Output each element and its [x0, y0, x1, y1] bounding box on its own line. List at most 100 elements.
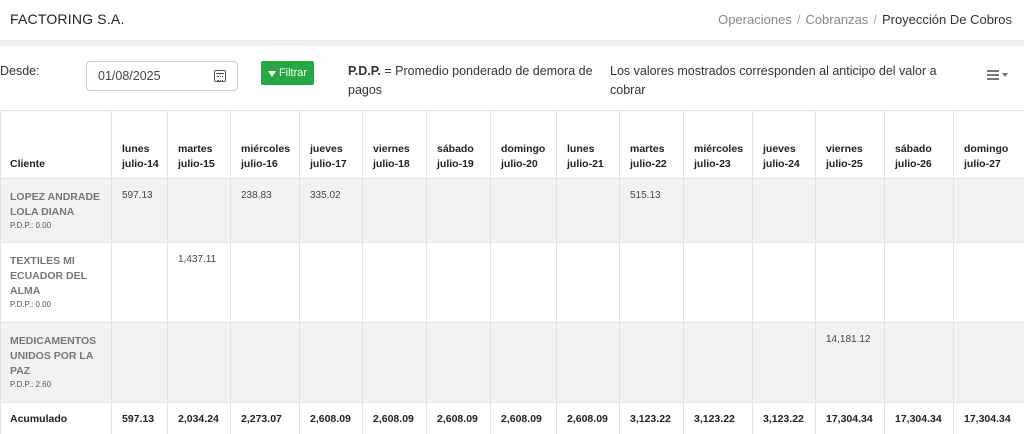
breadcrumb-separator: / — [796, 12, 801, 27]
column-header-day: martes julio-15 — [167, 110, 231, 179]
value-cell — [299, 322, 363, 403]
hamburger-icon — [987, 70, 999, 80]
pdp-description: = Promedio ponderado de demora de pagos — [348, 64, 593, 97]
breadcrumb-separator: / — [873, 12, 877, 27]
column-header-day: sábado julio-26 — [884, 110, 954, 179]
client-pdp: P.D.P.: 2.60 — [10, 380, 52, 389]
date-value: 01/08/2025 — [98, 69, 161, 83]
total-cell: 2,608.09 — [362, 402, 427, 434]
value-cell — [556, 242, 620, 323]
value-cell — [426, 242, 491, 323]
value-cell — [752, 322, 816, 403]
column-header-day: lunes julio-14 — [111, 110, 168, 179]
value-cell — [167, 178, 231, 243]
value-cell: 14,181.12 — [815, 322, 885, 403]
column-header-day: domingo julio-27 — [953, 110, 1024, 179]
column-header-day: domingo julio-20 — [490, 110, 557, 179]
total-cell: 2,608.09 — [490, 402, 557, 434]
total-label: Acumulado — [0, 402, 112, 434]
caret-down-icon — [1002, 73, 1008, 77]
filter-button-label: Filtrar — [278, 67, 308, 79]
value-cell — [230, 322, 300, 403]
client-name: TEXTILES MI ECUADOR DEL ALMA — [10, 255, 87, 297]
column-header-day: jueves julio-24 — [752, 110, 816, 179]
value-cell: 597.13 — [111, 178, 168, 243]
value-cell — [683, 322, 753, 403]
value-cell: 1,437.11 — [167, 242, 231, 323]
column-header-day: jueves julio-17 — [299, 110, 363, 179]
value-cell — [683, 242, 753, 323]
client-pdp: P.D.P.: 0.00 — [10, 300, 52, 309]
value-cell — [556, 178, 620, 243]
value-cell — [111, 322, 168, 403]
value-cell — [490, 242, 557, 323]
total-cell: 2,034.24 — [167, 402, 231, 434]
value-cell — [683, 178, 753, 243]
value-cell — [111, 242, 168, 323]
breadcrumb-cobranzas[interactable]: Cobranzas — [805, 12, 868, 27]
total-cell: 17,304.34 — [953, 402, 1024, 434]
value-cell — [953, 242, 1024, 323]
total-cell: 2,273.07 — [230, 402, 300, 434]
desde-label: Desde: — [0, 64, 40, 78]
client-name: MEDICAMENTOS UNIDOS POR LA PAZ — [10, 335, 97, 377]
value-cell — [490, 178, 557, 243]
table-row: MEDICAMENTOS UNIDOS POR LA PAZ P.D.P.: 2… — [0, 322, 1024, 403]
client-cell: TEXTILES MI ECUADOR DEL ALMA P.D.P.: 0.0… — [0, 242, 112, 323]
total-cell: 2,608.09 — [426, 402, 491, 434]
pdp-abbr: P.D.P. — [348, 64, 381, 78]
value-cell: 335.02 — [299, 178, 363, 243]
value-cell — [884, 322, 954, 403]
column-header-day: martes julio-22 — [619, 110, 684, 179]
value-cell — [167, 322, 231, 403]
total-cell: 3,123.22 — [683, 402, 753, 434]
value-cell — [619, 322, 684, 403]
top-bar: FACTORING S.A. Operaciones / Cobranzas /… — [0, 0, 1024, 40]
filter-icon — [267, 71, 276, 77]
total-cell: 3,123.22 — [752, 402, 816, 434]
table-row: TEXTILES MI ECUADOR DEL ALMA P.D.P.: 0.0… — [0, 242, 1024, 323]
value-cell — [953, 178, 1024, 243]
column-header-day: miércoles julio-16 — [230, 110, 300, 179]
value-cell — [884, 242, 954, 323]
total-cell: 17,304.34 — [884, 402, 954, 434]
totals-row: Acumulado 597.13 2,034.24 2,273.07 2,608… — [0, 402, 1024, 434]
value-cell — [426, 322, 491, 403]
column-header-day: viernes julio-25 — [815, 110, 885, 179]
column-header-day: miércoles julio-23 — [683, 110, 753, 179]
column-header-day: sábado julio-19 — [426, 110, 491, 179]
value-cell — [815, 178, 885, 243]
value-cell — [230, 242, 300, 323]
total-cell: 597.13 — [111, 402, 168, 434]
date-input[interactable]: 01/08/2025 — [86, 61, 238, 91]
client-cell: MEDICAMENTOS UNIDOS POR LA PAZ P.D.P.: 2… — [0, 322, 112, 403]
projection-table: Cliente lunes julio-14 martes julio-15 mié… — [0, 110, 1024, 434]
client-cell: LOPEZ ANDRADE LOLA DIANA P.D.P.: 0.00 — [0, 178, 112, 243]
value-cell — [362, 322, 427, 403]
value-cell — [556, 322, 620, 403]
value-cell — [752, 242, 816, 323]
calendar-icon[interactable] — [214, 70, 226, 82]
table-row: LOPEZ ANDRADE LOLA DIANA P.D.P.: 0.00 59… — [0, 178, 1024, 243]
pdp-legend: P.D.P. = Promedio ponderado de demora de… — [348, 62, 593, 100]
total-cell: 3,123.22 — [619, 402, 684, 434]
value-cell — [752, 178, 816, 243]
value-cell — [490, 322, 557, 403]
value-cell — [815, 242, 885, 323]
filter-button[interactable]: Filtrar — [261, 61, 314, 85]
total-cell: 17,304.34 — [815, 402, 885, 434]
value-cell — [299, 242, 363, 323]
value-cell — [884, 178, 954, 243]
header-row: Cliente lunes julio-14 martes julio-15 mié… — [0, 110, 1024, 179]
column-menu-button[interactable] — [987, 68, 1013, 82]
breadcrumb: Operaciones / Cobranzas / Proyección De … — [718, 12, 1012, 27]
value-cell — [362, 242, 427, 323]
breadcrumb-operaciones[interactable]: Operaciones — [718, 12, 792, 27]
total-cell: 2,608.09 — [299, 402, 363, 434]
column-header-day: viernes julio-18 — [362, 110, 427, 179]
breadcrumb-current: Proyección De Cobros — [881, 12, 1012, 27]
value-cell: 515.13 — [619, 178, 684, 243]
filter-bar: Desde: 01/08/2025 Filtrar P.D.P. = Prome… — [0, 46, 1024, 110]
client-name: LOPEZ ANDRADE LOLA DIANA — [10, 191, 101, 218]
value-cell — [953, 322, 1024, 403]
